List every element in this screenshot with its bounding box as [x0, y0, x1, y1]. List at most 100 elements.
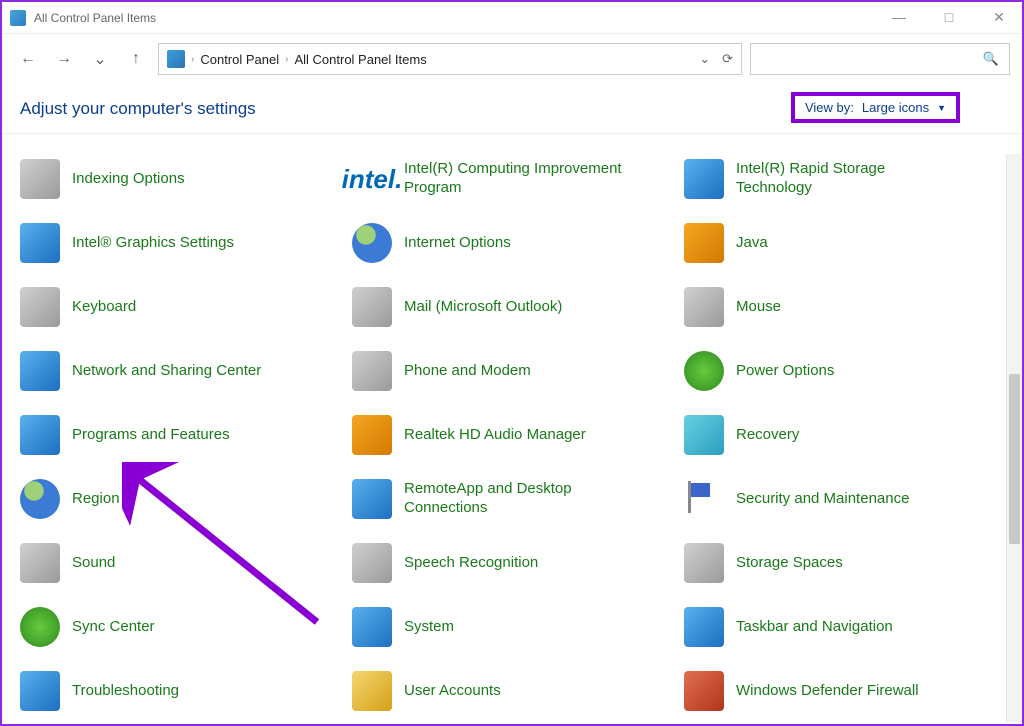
cp-item-label: Speech Recognition	[404, 554, 538, 573]
speech-recognition-icon	[352, 543, 392, 583]
cp-item-label: Recovery	[736, 426, 799, 445]
phone-modem-icon	[352, 351, 392, 391]
cp-item-indexing-options[interactable]: Indexing Options	[16, 156, 348, 202]
intel-graphics-settings-icon	[20, 223, 60, 263]
viewby-highlight: View by: Large icons ▼	[791, 92, 960, 123]
chevron-down-icon[interactable]: ▼	[937, 103, 946, 113]
mouse-icon	[684, 287, 724, 327]
cp-item-label: Java	[736, 234, 768, 253]
cp-item-label: Intel® Graphics Settings	[72, 234, 234, 253]
scrollbar-thumb[interactable]	[1009, 374, 1020, 544]
cp-item-label: Mail (Microsoft Outlook)	[404, 298, 562, 317]
sync-center-icon	[20, 607, 60, 647]
programs-features-icon	[20, 415, 60, 455]
network-sharing-center-icon	[20, 351, 60, 391]
breadcrumb-root[interactable]: Control Panel	[200, 52, 279, 67]
viewby-label: View by:	[805, 100, 854, 115]
cp-item-label: Realtek HD Audio Manager	[404, 426, 586, 445]
cp-item-label: Windows Defender Firewall	[736, 682, 919, 701]
cp-item-system[interactable]: System	[348, 604, 680, 650]
cp-item-label: System	[404, 618, 454, 637]
troubleshooting-icon	[20, 671, 60, 711]
user-accounts-icon	[352, 671, 392, 711]
content-area: Indexing Optionsintel. Intel(R) Computing…	[10, 154, 1018, 722]
cp-item-label: Storage Spaces	[736, 554, 843, 573]
intel-computing-improvement-icon: intel.	[352, 159, 392, 199]
cp-item-keyboard[interactable]: Keyboard	[16, 284, 348, 330]
viewby-value[interactable]: Large icons	[862, 100, 929, 115]
sound-icon	[20, 543, 60, 583]
cp-item-intel-rapid-storage[interactable]: Intel(R) Rapid Storage Technology	[680, 156, 1012, 202]
cp-item-mouse[interactable]: Mouse	[680, 284, 1012, 330]
cp-item-power-options[interactable]: Power Options	[680, 348, 1012, 394]
cp-item-programs-features[interactable]: Programs and Features	[16, 412, 348, 458]
cp-item-sync-center[interactable]: Sync Center	[16, 604, 348, 650]
title-bar: All Control Panel Items — □ ✕	[2, 2, 1022, 34]
power-options-icon	[684, 351, 724, 391]
cp-item-internet-options[interactable]: Internet Options	[348, 220, 680, 266]
realtek-audio-icon	[352, 415, 392, 455]
java-icon	[684, 223, 724, 263]
cp-item-intel-computing-improvement[interactable]: intel. Intel(R) Computing Improvement Pro…	[348, 156, 680, 202]
nav-forward-button[interactable]: →	[50, 50, 78, 68]
nav-back-button[interactable]: ←	[14, 50, 42, 68]
cp-item-intel-graphics-settings[interactable]: Intel® Graphics Settings	[16, 220, 348, 266]
nav-recent-dropdown[interactable]: ⌄	[86, 49, 114, 69]
cp-item-label: Internet Options	[404, 234, 511, 253]
breadcrumb-leaf[interactable]: All Control Panel Items	[294, 52, 426, 67]
cp-item-troubleshooting[interactable]: Troubleshooting	[16, 668, 348, 714]
cp-item-label: Mouse	[736, 298, 781, 317]
recovery-icon	[684, 415, 724, 455]
cp-item-recovery[interactable]: Recovery	[680, 412, 1012, 458]
internet-options-icon	[352, 223, 392, 263]
mail-icon	[352, 287, 392, 327]
remoteapp-icon	[352, 479, 392, 519]
cp-item-taskbar-navigation[interactable]: Taskbar and Navigation	[680, 604, 1012, 650]
navigation-bar: ← → ⌄ ↑ › Control Panel › All Control Pa…	[2, 34, 1022, 84]
cp-item-user-accounts[interactable]: User Accounts	[348, 668, 680, 714]
cp-item-mail[interactable]: Mail (Microsoft Outlook)	[348, 284, 680, 330]
cp-item-windows-defender-firewall[interactable]: Windows Defender Firewall	[680, 668, 1012, 714]
system-icon	[352, 607, 392, 647]
cp-item-label: Sync Center	[72, 618, 155, 637]
storage-spaces-icon	[684, 543, 724, 583]
nav-up-button[interactable]: ↑	[122, 50, 150, 68]
minimize-button[interactable]: —	[884, 9, 914, 26]
address-bar[interactable]: › Control Panel › All Control Panel Item…	[158, 43, 742, 75]
cp-item-label: Phone and Modem	[404, 362, 531, 381]
security-maintenance-icon	[684, 479, 724, 519]
cp-item-network-sharing-center[interactable]: Network and Sharing Center	[16, 348, 348, 394]
intel-rapid-storage-icon	[684, 159, 724, 199]
cp-item-remoteapp[interactable]: RemoteApp and Desktop Connections	[348, 476, 680, 522]
refresh-button[interactable]: ⟳	[722, 51, 733, 67]
cp-item-label: Keyboard	[72, 298, 136, 317]
cp-item-label: Power Options	[736, 362, 834, 381]
search-icon: 🔍	[983, 51, 999, 67]
windows-defender-firewall-icon	[684, 671, 724, 711]
cp-item-label: Programs and Features	[72, 426, 230, 445]
cp-item-label: Network and Sharing Center	[72, 362, 261, 381]
cp-item-label: Intel(R) Rapid Storage Technology	[736, 160, 956, 198]
cp-item-realtek-audio[interactable]: Realtek HD Audio Manager	[348, 412, 680, 458]
maximize-button[interactable]: □	[934, 9, 964, 26]
breadcrumb-sep-icon: ›	[285, 54, 288, 65]
taskbar-navigation-icon	[684, 607, 724, 647]
cp-item-phone-modem[interactable]: Phone and Modem	[348, 348, 680, 394]
indexing-options-icon	[20, 159, 60, 199]
vertical-scrollbar[interactable]	[1006, 154, 1022, 722]
search-input[interactable]: 🔍	[750, 43, 1010, 75]
window-title: All Control Panel Items	[34, 11, 156, 25]
address-icon	[167, 50, 185, 68]
cp-item-storage-spaces[interactable]: Storage Spaces	[680, 540, 1012, 586]
cp-item-security-maintenance[interactable]: Security and Maintenance	[680, 476, 1012, 522]
address-dropdown-icon[interactable]: ⌄	[699, 51, 710, 67]
cp-item-region[interactable]: Region	[16, 476, 348, 522]
cp-item-speech-recognition[interactable]: Speech Recognition	[348, 540, 680, 586]
close-button[interactable]: ✕	[984, 9, 1014, 26]
cp-item-label: Intel(R) Computing Improvement Program	[404, 160, 624, 198]
keyboard-icon	[20, 287, 60, 327]
cp-item-java[interactable]: Java	[680, 220, 1012, 266]
header-strip: Adjust your computer's settings View by:…	[2, 84, 1022, 134]
cp-item-label: Security and Maintenance	[736, 490, 909, 509]
cp-item-sound[interactable]: Sound	[16, 540, 348, 586]
